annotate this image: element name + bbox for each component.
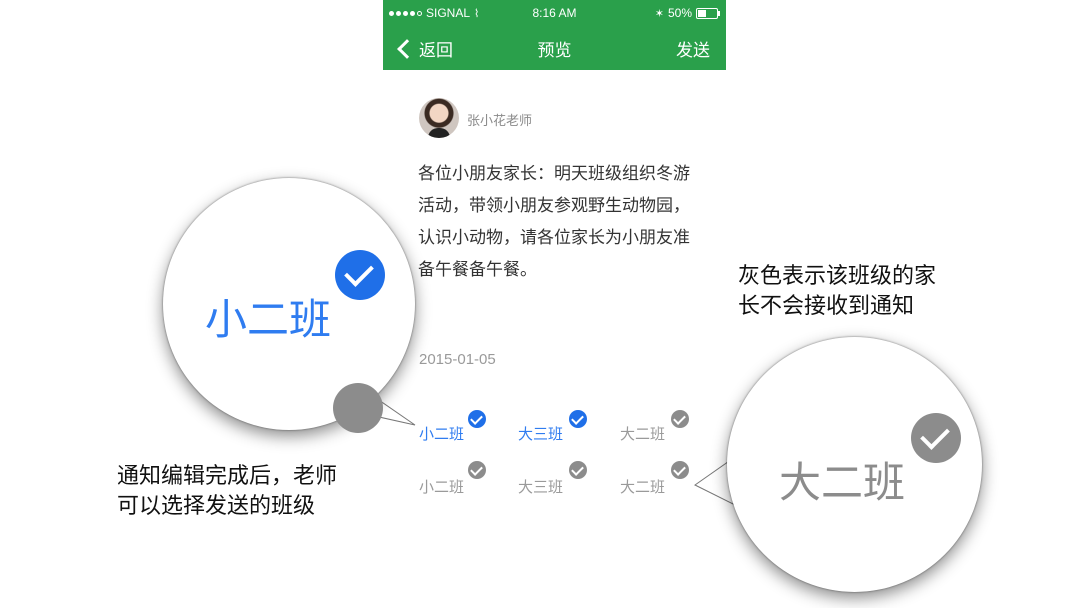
- check-icon: [569, 410, 587, 428]
- check-icon: [569, 461, 587, 479]
- caption-left-line1: 通知编辑完成后，老师: [117, 464, 338, 489]
- battery-percent: 50%: [667, 6, 692, 20]
- check-icon: [671, 461, 689, 479]
- caption-right-line1: 灰色表示该班级的家: [738, 264, 937, 289]
- class-option[interactable]: 大二班: [620, 476, 665, 497]
- bluetooth-icon: ✶: [654, 7, 664, 20]
- zoom-check-icon: .bubble-left .zoom-chk:after{left:16px; …: [335, 250, 385, 300]
- zoom-callout-selected: 小二班 .bubble-left .zoom-chk:after{left:16…: [163, 178, 415, 433]
- send-button[interactable]: 发送: [676, 36, 710, 61]
- sender-name: 张小花老师: [467, 114, 533, 129]
- battery-area: ✶ 50%: [654, 6, 720, 20]
- post-date: 2015-01-05: [419, 351, 496, 368]
- partial-check-icon: [333, 383, 383, 433]
- class-option[interactable]: 小二班: [419, 476, 464, 497]
- class-option[interactable]: 大二班: [620, 423, 665, 444]
- caption-left-line2: 可以选择发送的班级: [117, 494, 316, 519]
- caption-right: 灰色表示该班级的家 长不会接收到通知: [738, 262, 936, 322]
- battery-icon: [696, 7, 720, 19]
- class-option[interactable]: 大三班: [518, 476, 563, 497]
- status-bar: SIGNAL ⌇ 8:16 AM ✶ 50%: [383, 0, 726, 26]
- class-option[interactable]: 大三班: [518, 423, 563, 444]
- page-title: 预览: [537, 41, 572, 61]
- zoom-check-icon: .bubble-right .zoom-chk:after{left:16px;…: [911, 413, 961, 463]
- navigation-bar: 返回 预览 发送: [383, 26, 726, 70]
- check-icon: [468, 410, 486, 428]
- zoom-class-label: 小二班: [205, 295, 332, 344]
- check-icon: [468, 461, 486, 479]
- caption-left: 通知编辑完成后，老师 可以选择发送的班级: [117, 462, 337, 522]
- avatar: [419, 98, 459, 138]
- message-body: 各位小朋友家长：明天班级组织冬游活动，带领小朋友参观野生动物园，认识小动物，请各…: [418, 164, 690, 280]
- zoom-callout-unselected: 大二班 .bubble-right .zoom-chk:after{left:1…: [727, 337, 982, 592]
- zoom-class-label: 大二班: [779, 458, 906, 507]
- check-icon: [671, 410, 689, 428]
- caption-right-line2: 长不会接收到通知: [738, 294, 915, 319]
